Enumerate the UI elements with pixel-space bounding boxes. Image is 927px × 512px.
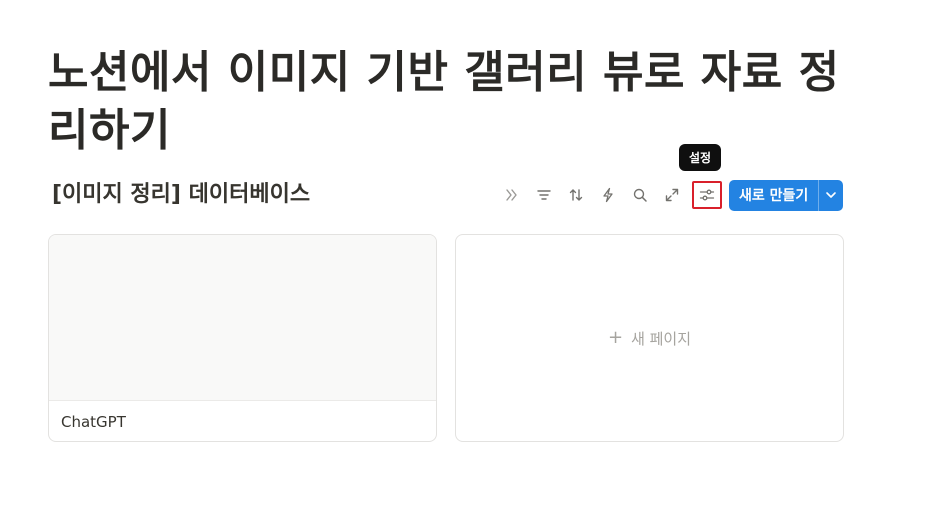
new-button[interactable]: 새로 만들기	[729, 180, 818, 211]
notion-page: 노션에서 이미지 기반 갤러리 뷰로 자료 정리하기 [이미지 정리] 데이터베…	[0, 0, 927, 512]
database-title[interactable]: [이미지 정리] 데이터베이스	[52, 180, 310, 210]
database-toolbar: 새로 만들기	[500, 179, 844, 211]
chevron-down-icon	[826, 192, 837, 198]
new-dropdown-button[interactable]	[819, 180, 843, 211]
search-icon[interactable]	[628, 183, 652, 207]
settings-sliders-icon[interactable]	[692, 181, 722, 209]
new-page-card[interactable]: + 새 페이지	[455, 234, 844, 442]
sort-icon[interactable]	[564, 183, 588, 207]
expand-icon[interactable]	[660, 183, 684, 207]
card-title: ChatGPT	[61, 413, 126, 431]
new-page-button[interactable]: + 새 페이지	[456, 235, 843, 441]
filter-icon[interactable]	[532, 183, 556, 207]
gallery-card[interactable]: ChatGPT	[48, 234, 437, 442]
plus-icon: +	[607, 327, 624, 348]
lightning-icon[interactable]	[596, 183, 620, 207]
new-button-group: 새로 만들기	[729, 179, 844, 211]
card-cover	[49, 235, 436, 401]
new-page-label: 새 페이지	[631, 329, 692, 348]
settings-tooltip: 설정	[679, 144, 722, 171]
page-title[interactable]: 노션에서 이미지 기반 갤러리 뷰로 자료 정리하기	[48, 44, 848, 160]
double-chevron-right-icon[interactable]	[500, 183, 524, 207]
